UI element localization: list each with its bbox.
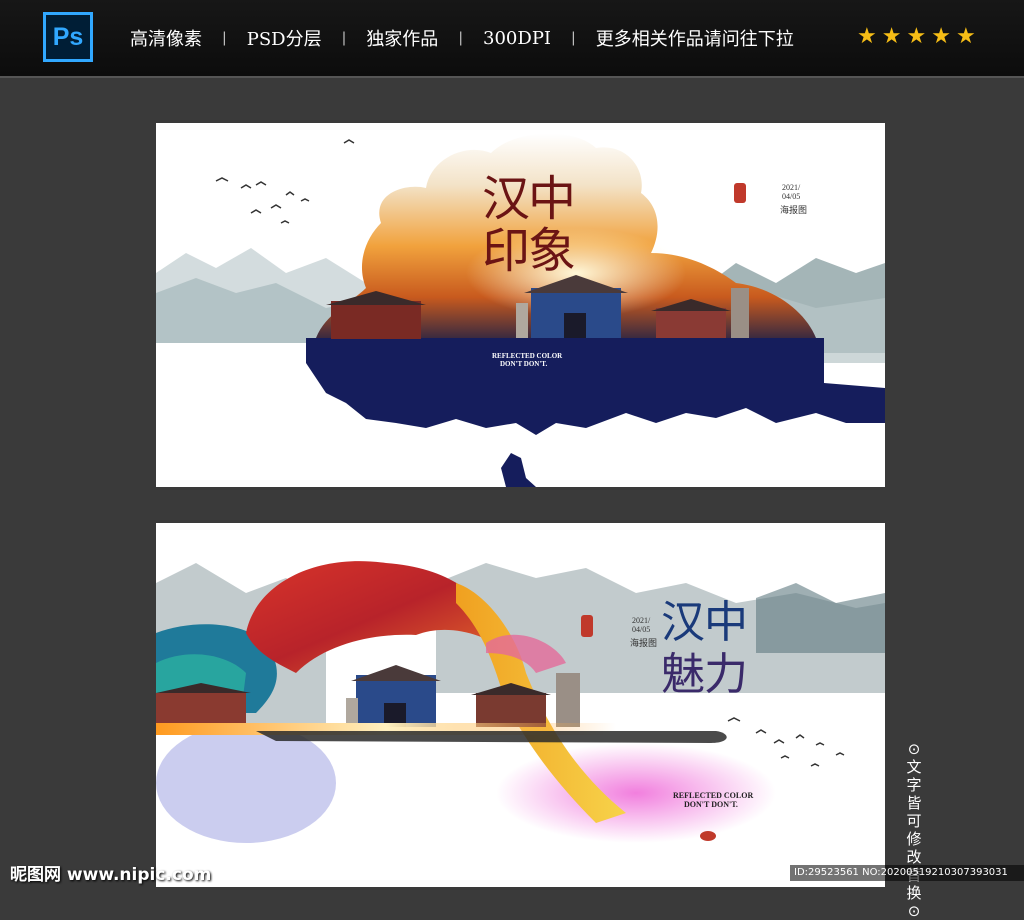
poster2-title-line2: 魅力 bbox=[661, 649, 748, 700]
star-icon: ★ bbox=[881, 24, 902, 49]
feature-item: 300DPI bbox=[483, 27, 552, 49]
feature-item: 高清像素 bbox=[130, 29, 202, 50]
feature-item: PSD分层 bbox=[246, 29, 322, 50]
poster1-tagline2: DON'T DON'T. bbox=[500, 360, 548, 368]
poster2-tagline2: DON'T DON'T. bbox=[684, 800, 738, 809]
rating-stars: ★ ★ ★ ★ ★ bbox=[857, 26, 976, 48]
poster1-tagline1: REFLECTED COLOR bbox=[492, 352, 563, 360]
poster1-title-line1: 汉中 bbox=[482, 171, 576, 227]
feature-item: 独家作品 bbox=[366, 29, 439, 50]
poster1-date-line2: 04/05 bbox=[782, 192, 801, 201]
star-icon: ★ bbox=[955, 24, 976, 49]
poster1-date-line1: 2021/ bbox=[782, 183, 801, 192]
poster1-title-line2: 印象 bbox=[482, 223, 576, 279]
poster2-artwork bbox=[156, 561, 885, 843]
editable-text-note: ⊙文字皆可修改替换⊙ bbox=[906, 740, 922, 920]
poster2-date-line1: 2021/ bbox=[632, 616, 651, 625]
top-banner: Ps 高清像素 | PSD分层 | 独家作品 | 300DPI | 更多相关作品… bbox=[0, 0, 1024, 78]
poster2-date-line2: 04/05 bbox=[632, 625, 651, 634]
poster2-caption: 海报图 bbox=[630, 638, 658, 648]
watermark-id: ID:29523561 NO:20200519210307393031 bbox=[790, 865, 1024, 881]
poster2-tagline1: REFLECTED COLOR bbox=[673, 791, 754, 800]
poster-hanzhong-charm: 汉中 魅力 2021/ 04/05 海报图 REFLECTED COLOR DO… bbox=[156, 523, 885, 887]
star-icon: ★ bbox=[906, 24, 927, 49]
photoshop-icon: Ps bbox=[43, 12, 93, 62]
star-icon: ★ bbox=[931, 24, 951, 49]
watermark-site: 昵图网 www.nipic.com bbox=[10, 865, 212, 885]
feature-item: 更多相关作品请问往下拉 bbox=[595, 29, 794, 50]
star-icon: ★ bbox=[857, 24, 877, 49]
poster2-title-line1: 汉中 bbox=[661, 597, 748, 648]
feature-list: 高清像素 | PSD分层 | 独家作品 | 300DPI | 更多相关作品请问往… bbox=[110, 22, 794, 54]
poster-hanzhong-impression: 汉中 印象 2021/ 04/05 海报图 REFLECTED COLOR DO… bbox=[156, 123, 885, 487]
poster1-caption: 海报图 bbox=[780, 205, 808, 215]
